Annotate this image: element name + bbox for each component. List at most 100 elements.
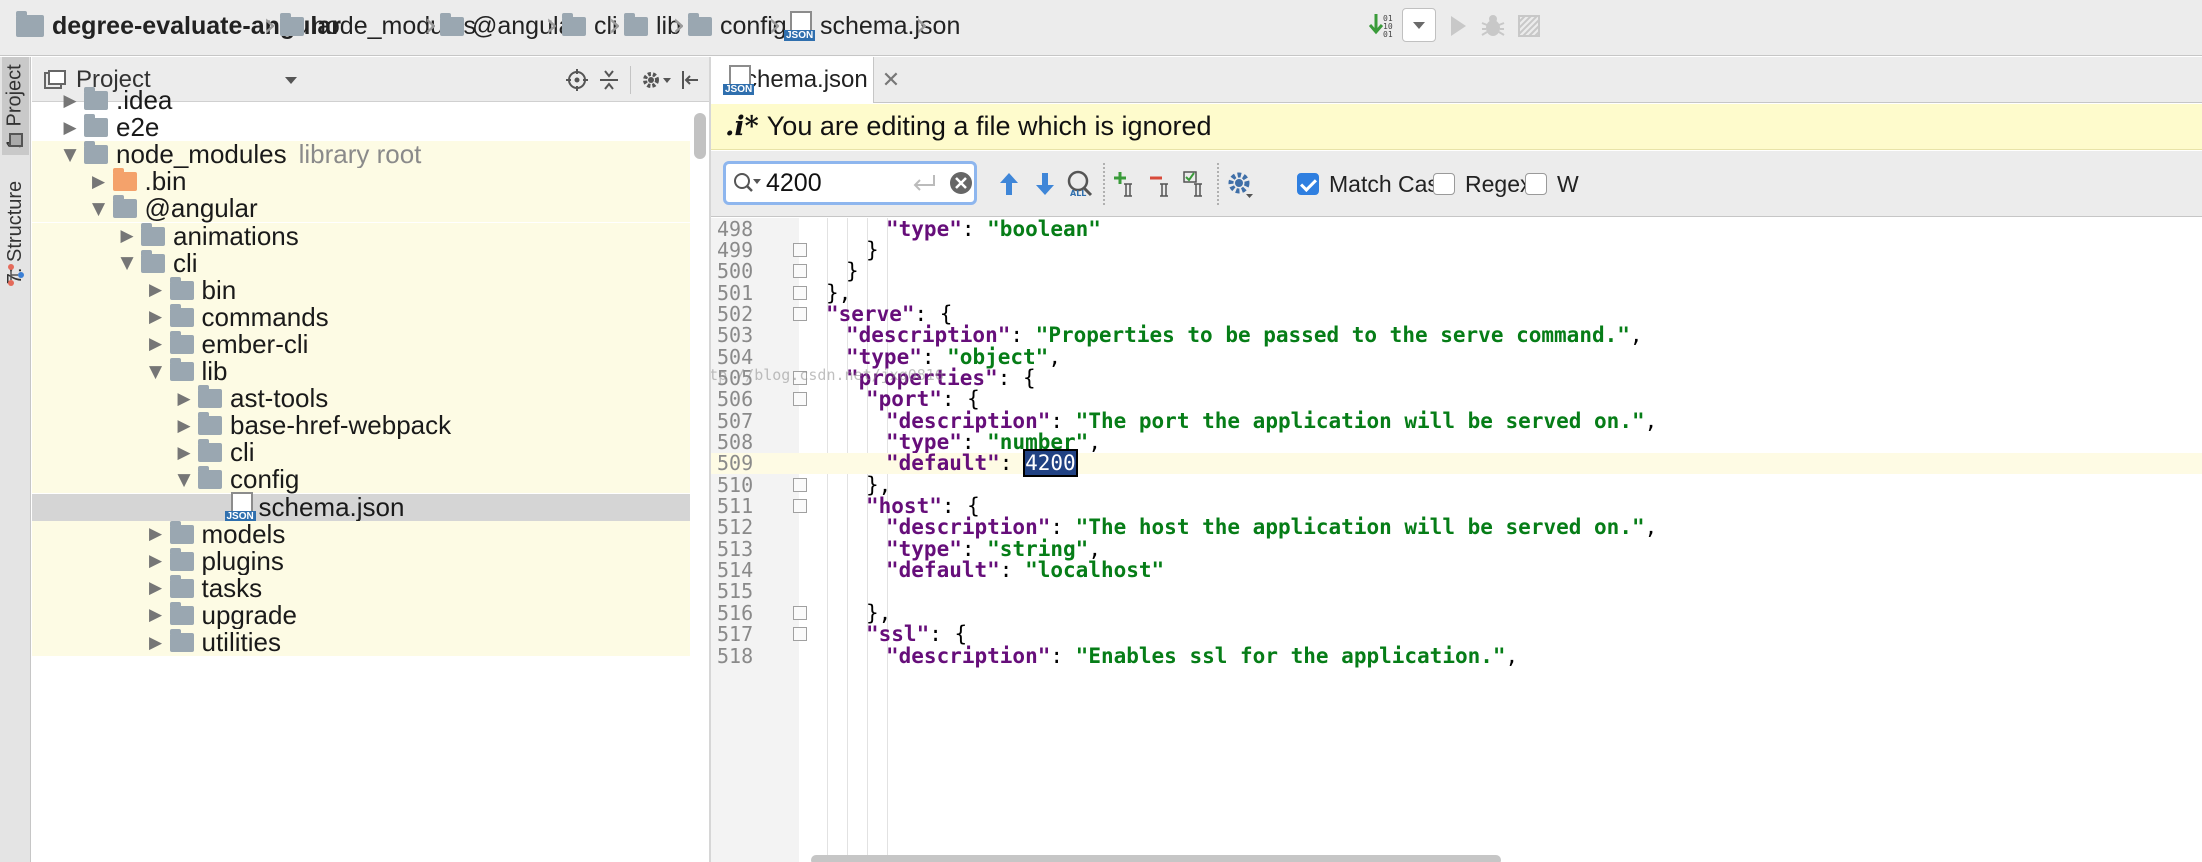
clear-search-icon[interactable] (948, 170, 974, 196)
code-line[interactable]: 502 "serve": { (711, 302, 2202, 326)
words-option[interactable]: W (1525, 165, 1579, 203)
collapsed-arrow-icon[interactable]: ▶ (142, 551, 170, 571)
tree-folder-item[interactable]: ▼ cli (32, 248, 690, 278)
fold-marker-icon[interactable] (793, 306, 807, 321)
collapsed-arrow-icon[interactable]: ▶ (142, 280, 170, 300)
code-line[interactable]: 518 "description": "Enables ssl for the a… (711, 644, 2202, 668)
find-all-button[interactable]: ALL (1065, 165, 1095, 203)
search-history-icon[interactable] (732, 171, 762, 195)
regex-checkbox[interactable] (1433, 173, 1455, 195)
collapsed-arrow-icon[interactable]: ▶ (142, 633, 170, 653)
collapsed-arrow-icon[interactable]: ▶ (170, 443, 198, 463)
coverage-button[interactable] (1514, 6, 1544, 46)
tree-folder-item[interactable]: ▶ plugins (32, 546, 690, 576)
tree-folder-item[interactable]: ▼ node_modules library root (32, 139, 690, 169)
code-line[interactable]: 509 "default": 4200 (711, 449, 2202, 478)
expanded-arrow-icon[interactable]: ▼ (56, 145, 84, 165)
words-checkbox[interactable] (1525, 173, 1547, 195)
debug-button[interactable] (1478, 6, 1508, 46)
tree-folder-item[interactable]: ▶ animations (32, 221, 690, 251)
collapsed-arrow-icon[interactable]: ▶ (170, 389, 198, 409)
code-line[interactable]: 514 "default": "localhost" (711, 558, 2202, 582)
code-line[interactable]: 500} (711, 259, 2202, 283)
close-icon[interactable]: ✕ (882, 68, 900, 93)
collapsed-arrow-icon[interactable]: ▶ (113, 226, 141, 246)
fold-marker-icon[interactable] (793, 264, 807, 279)
code-line[interactable]: 510}, (711, 473, 2202, 497)
tree-folder-item[interactable]: ▶ cli (32, 437, 690, 467)
expanded-arrow-icon[interactable]: ▼ (170, 470, 198, 490)
fold-marker-icon[interactable] (793, 499, 807, 514)
breadcrumb-angular[interactable]: @angular (440, 0, 581, 52)
collapsed-arrow-icon[interactable]: ▶ (142, 578, 170, 598)
horizontal-scrollbar[interactable] (811, 855, 1501, 862)
code-line[interactable]: 516}, (711, 601, 2202, 625)
code-line[interactable]: 501}, (711, 281, 2202, 305)
collapsed-arrow-icon[interactable]: ▶ (170, 416, 198, 436)
code-line[interactable]: 512 "description": "The host the applicat… (711, 515, 2202, 539)
tree-folder-item[interactable]: ▶ .bin (32, 166, 690, 196)
run-button[interactable] (1444, 6, 1472, 46)
fold-marker-icon[interactable] (793, 392, 807, 407)
tree-folder-item[interactable]: ▶ models (32, 519, 690, 549)
expanded-arrow-icon[interactable]: ▼ (85, 199, 113, 219)
find-settings-button[interactable] (1225, 165, 1255, 203)
collapsed-arrow-icon[interactable]: ▶ (56, 118, 84, 138)
breadcrumb-schema-json[interactable]: schema.json (784, 0, 960, 52)
select-all-occurrences-button[interactable] (1181, 165, 1211, 203)
vcs-update-button[interactable]: 01 10 01 (1368, 6, 1396, 46)
tree-folder-item[interactable]: ▶ ember-cli (32, 329, 690, 359)
code-line[interactable]: 515 (711, 579, 2202, 603)
code-line[interactable]: 503 "description": "Properties to be pass… (711, 323, 2202, 347)
code-line[interactable]: 513 "type": "string", (711, 537, 2202, 561)
fold-marker-icon[interactable] (793, 242, 807, 257)
tree-folder-item[interactable]: ▶ commands (32, 302, 690, 332)
match-case-checkbox[interactable] (1297, 173, 1319, 195)
tree-folder-item[interactable]: ▼ lib (32, 356, 690, 386)
expanded-arrow-icon[interactable]: ▼ (142, 362, 170, 382)
run-configuration-dropdown[interactable] (1402, 8, 1436, 42)
newline-icon[interactable] (910, 172, 938, 194)
regex-option[interactable]: Regex (1433, 165, 1531, 203)
code-line[interactable]: 507 "description": "The port the applicat… (711, 409, 2202, 433)
tree-folder-item[interactable]: ▶ base-href-webpack (32, 410, 690, 440)
tree-folder-item[interactable]: ▶ e2e (32, 112, 690, 142)
tree-scrollbar[interactable] (694, 113, 706, 159)
tree-folder-item[interactable]: ▼ @angular (32, 193, 690, 223)
collapsed-arrow-icon[interactable]: ▶ (56, 91, 84, 111)
collapsed-arrow-icon[interactable]: ▶ (142, 605, 170, 625)
code-line[interactable]: 511 "host": { (711, 494, 2202, 518)
code-editor[interactable]: 498 "type": "boolean" 499} 500} 501}, 502 "ser… (711, 217, 2202, 862)
tree-folder-item[interactable]: ▶ ast-tools (32, 383, 690, 413)
code-line[interactable]: 504 "type": "object", (711, 345, 2202, 369)
search-input[interactable] (766, 168, 906, 198)
fold-marker-icon[interactable] (793, 627, 807, 642)
fold-marker-icon[interactable] (793, 605, 807, 620)
code-line[interactable]: 498 "type": "boolean" (711, 217, 2202, 241)
match-case-option[interactable]: Match Case (1297, 165, 1452, 203)
code-line[interactable]: 517 "ssl": { (711, 622, 2202, 646)
search-field[interactable] (723, 161, 977, 205)
tree-folder-item[interactable]: ▶ .idea (32, 85, 690, 115)
collapsed-arrow-icon[interactable]: ▶ (142, 307, 170, 327)
next-occurrence-button[interactable] (1031, 165, 1059, 203)
code-line[interactable]: 506 "port": { (711, 387, 2202, 411)
fold-marker-icon[interactable] (793, 477, 807, 492)
tree-folder-item[interactable]: ▶ tasks (32, 573, 690, 603)
tab-schema-json[interactable]: schema.json ✕ (711, 57, 900, 103)
collapsed-arrow-icon[interactable]: ▶ (85, 172, 113, 192)
code-line[interactable]: 499} (711, 238, 2202, 262)
tree-file-item[interactable]: schema.json (32, 492, 690, 522)
tree-folder-item[interactable]: ▼ config (32, 464, 690, 494)
remove-occurrence-button[interactable] (1147, 165, 1177, 203)
expanded-arrow-icon[interactable]: ▼ (113, 253, 141, 273)
code-line[interactable]: 508 "type": "number", (711, 430, 2202, 454)
previous-occurrence-button[interactable] (995, 165, 1023, 203)
fold-marker-icon[interactable] (793, 285, 807, 300)
tree-folder-item[interactable]: ▶ bin (32, 275, 690, 305)
collapsed-arrow-icon[interactable]: ▶ (142, 334, 170, 354)
tree-folder-item[interactable]: ▶ utilities (32, 627, 690, 657)
collapsed-arrow-icon[interactable]: ▶ (142, 524, 170, 544)
tree-folder-item[interactable]: ▶ upgrade (32, 600, 690, 630)
add-occurrence-button[interactable] (1111, 165, 1141, 203)
